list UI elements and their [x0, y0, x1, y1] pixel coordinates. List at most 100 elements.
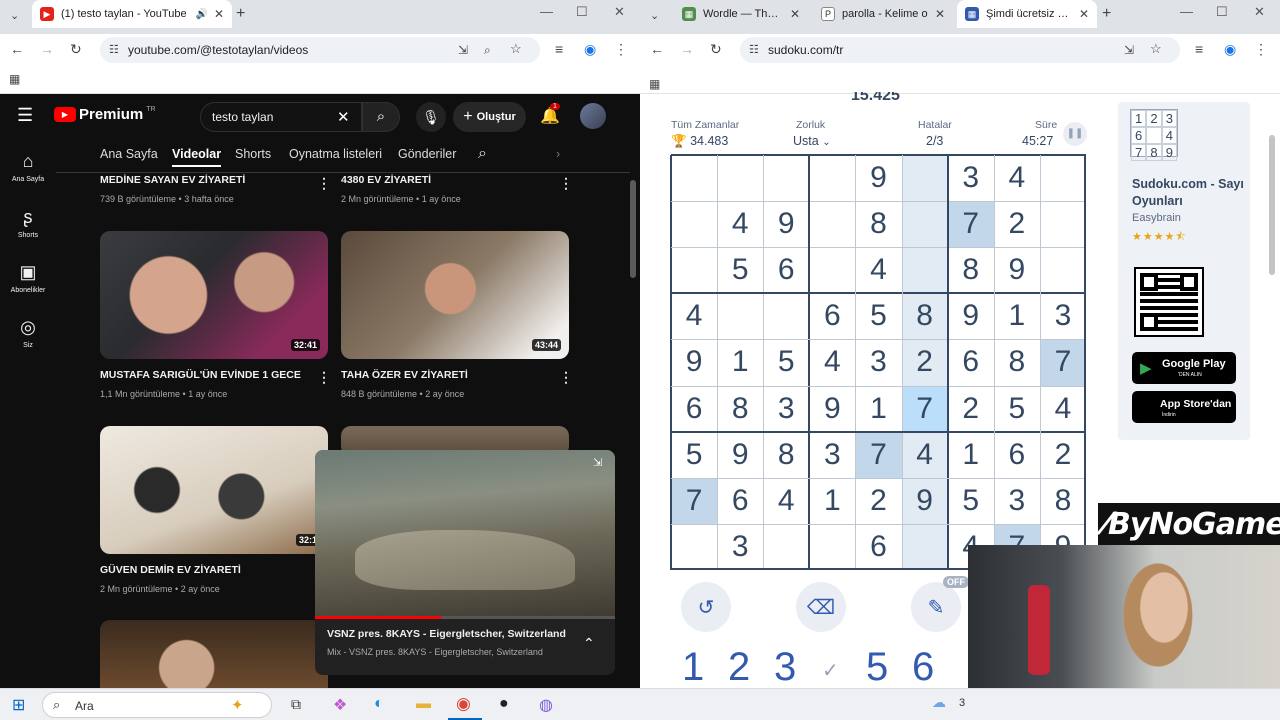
audio-icon[interactable]: 🔊: [195, 9, 207, 20]
sudoku-cell[interactable]: [671, 201, 718, 248]
edge-icon[interactable]: ◐: [374, 695, 384, 713]
taskbar-search[interactable]: ⌕ Ara ✦: [42, 692, 272, 718]
sidebar-item-you[interactable]: ◎ Siz: [0, 317, 56, 349]
erase-button[interactable]: ⌫: [796, 582, 846, 632]
sudoku-cell[interactable]: 5: [763, 339, 810, 386]
sudoku-cell[interactable]: 8: [1039, 477, 1086, 524]
profile-icon[interactable]: ◉: [1224, 41, 1236, 57]
sudoku-cell[interactable]: 7: [855, 431, 902, 478]
weather-icon[interactable]: ☁: [932, 694, 946, 711]
site-info-icon[interactable]: ☷: [109, 42, 119, 58]
sudoku-cell[interactable]: 8: [855, 201, 902, 248]
tab-shorts[interactable]: Shorts: [235, 147, 271, 161]
apps-grid-icon[interactable]: ▦: [9, 71, 20, 87]
sudoku-cell[interactable]: 1: [809, 477, 856, 524]
sudoku-cell[interactable]: 4: [717, 201, 764, 248]
chevron-right-icon[interactable]: ›: [556, 147, 560, 161]
close-window-icon[interactable]: ✕: [1254, 4, 1265, 20]
tab-parolla[interactable]: P parolla - Kelime o ✕: [813, 0, 953, 28]
numpad-3[interactable]: 3: [774, 645, 796, 690]
sudoku-cell[interactable]: 8: [993, 339, 1040, 386]
chrome-icon[interactable]: ◉: [456, 694, 471, 714]
maximize-icon[interactable]: ☐: [576, 4, 588, 20]
sudoku-cell[interactable]: [809, 247, 856, 294]
sudoku-cell[interactable]: 9: [855, 155, 902, 202]
tab-wordle[interactable]: ▦ Wordle — The New ✕: [674, 0, 808, 28]
sudoku-cell[interactable]: 3: [855, 339, 902, 386]
sudoku-cell[interactable]: [717, 155, 764, 202]
maximize-icon[interactable]: ☐: [1216, 4, 1228, 20]
video-title[interactable]: MEDİNE SAYAN EV ZİYARETİ: [100, 174, 245, 186]
menu-icon[interactable]: ⋮: [1254, 41, 1268, 57]
numpad-5[interactable]: 5: [866, 645, 888, 690]
sudoku-cell[interactable]: 5: [855, 293, 902, 340]
undo-button[interactable]: ↺: [681, 582, 731, 632]
sudoku-cell[interactable]: 2: [901, 339, 948, 386]
tab-search-icon[interactable]: ⌄: [10, 8, 19, 24]
media-control-icon[interactable]: ≡: [1195, 41, 1203, 57]
sudoku-cell[interactable]: 9: [809, 385, 856, 432]
sudoku-cell[interactable]: [1039, 155, 1086, 202]
obs-icon[interactable]: ●: [499, 695, 509, 713]
sudoku-cell[interactable]: [763, 523, 810, 570]
youtube-logo[interactable]: ▶ Premium TR: [54, 106, 156, 123]
miniplayer[interactable]: ⇲ VSNZ pres. 8KAYS - Eigergletscher, Swi…: [315, 450, 615, 675]
sudoku-cell[interactable]: 8: [717, 385, 764, 432]
sudoku-cell[interactable]: 6: [947, 339, 994, 386]
install-icon[interactable]: ⇲: [1124, 42, 1134, 58]
sudoku-cell[interactable]: [717, 293, 764, 340]
sudoku-cell[interactable]: 3: [993, 477, 1040, 524]
sudoku-cell[interactable]: 8: [763, 431, 810, 478]
app-store-button[interactable]: App Store'dan İndirin: [1132, 391, 1236, 423]
zoom-icon[interactable]: ⌕: [484, 42, 491, 58]
apps-grid-icon[interactable]: ▦: [649, 76, 660, 92]
sudoku-cell[interactable]: 2: [993, 201, 1040, 248]
notes-button[interactable]: ✎: [911, 582, 961, 632]
sudoku-cell[interactable]: 8: [947, 247, 994, 294]
more-options-icon[interactable]: ⋮: [559, 369, 573, 386]
sudoku-cell[interactable]: 6: [763, 247, 810, 294]
scrollbar-thumb[interactable]: [1269, 135, 1275, 275]
sudoku-cell[interactable]: [1039, 201, 1086, 248]
numpad-2[interactable]: 2: [728, 645, 750, 690]
task-view-icon[interactable]: ⧉: [291, 696, 301, 713]
sudoku-cell[interactable]: [901, 523, 948, 570]
sudoku-cell[interactable]: 5: [717, 247, 764, 294]
numpad-4-completed[interactable]: ✓: [822, 658, 839, 683]
sidebar-item-home[interactable]: ⌂ Ana Sayfa: [0, 151, 56, 183]
chevron-up-icon[interactable]: ⌃: [583, 635, 595, 652]
sudoku-cell[interactable]: 7: [947, 201, 994, 248]
new-tab-icon[interactable]: +: [236, 6, 245, 22]
tab-sudoku[interactable]: ▦ Şimdi ücretsiz Sud ✕: [957, 0, 1097, 28]
tab-home[interactable]: Ana Sayfa: [100, 147, 158, 161]
forward-icon[interactable]: →: [40, 41, 54, 57]
install-icon[interactable]: ⇲: [458, 42, 468, 58]
back-icon[interactable]: ←: [650, 41, 664, 57]
sudoku-cell[interactable]: [809, 523, 856, 570]
sudoku-cell[interactable]: 2: [1039, 431, 1086, 478]
sudoku-cell[interactable]: 5: [671, 431, 718, 478]
sudoku-cell[interactable]: [809, 155, 856, 202]
windows-start-icon[interactable]: ⊞: [12, 695, 25, 715]
video-title[interactable]: MUSTAFA SARIGÜL'ÜN EVİNDE 1 GECE: [100, 369, 301, 381]
sudoku-cell[interactable]: 6: [809, 293, 856, 340]
sudoku-cell[interactable]: [809, 201, 856, 248]
forward-icon[interactable]: →: [680, 41, 694, 57]
sudoku-cell[interactable]: 4: [993, 155, 1040, 202]
avatar[interactable]: [580, 103, 606, 129]
clear-search-icon[interactable]: ✕: [337, 108, 350, 126]
sudoku-cell[interactable]: 7: [1039, 339, 1086, 386]
sudoku-cell[interactable]: 2: [855, 477, 902, 524]
reload-icon[interactable]: ↻: [70, 41, 82, 57]
sudoku-cell[interactable]: 1: [717, 339, 764, 386]
search-button[interactable]: ⌕: [362, 102, 400, 132]
sudoku-cell[interactable]: 9: [763, 201, 810, 248]
sudoku-cell[interactable]: 4: [1039, 385, 1086, 432]
sudoku-cell[interactable]: 2: [947, 385, 994, 432]
difficulty-select[interactable]: Usta ⌄: [793, 134, 831, 148]
bookmark-star-icon[interactable]: ☆: [1150, 41, 1162, 57]
sudoku-cell[interactable]: 3: [1039, 293, 1086, 340]
video-thumbnail[interactable]: 43:44: [341, 231, 569, 359]
tab-playlists[interactable]: Oynatma listeleri: [289, 147, 382, 161]
sudoku-cell[interactable]: 9: [901, 477, 948, 524]
